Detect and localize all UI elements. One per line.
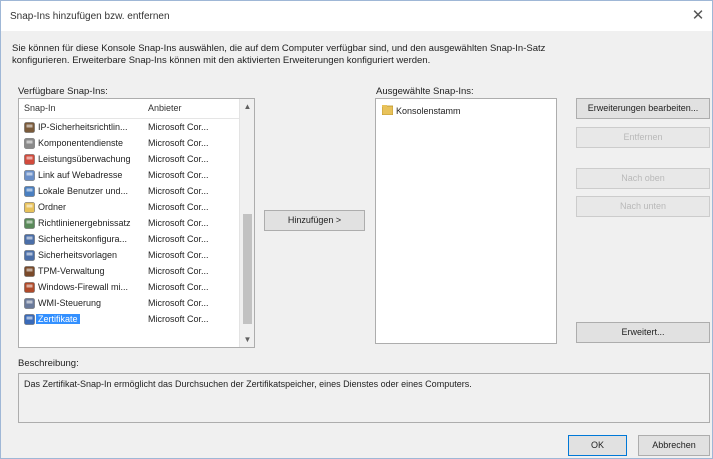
- move-up-button[interactable]: Nach oben: [576, 168, 710, 189]
- vertical-scrollbar[interactable]: ▲ ▼: [239, 99, 254, 347]
- list-item[interactable]: Sicherheitsvorlagen Microsoft Cor...: [19, 248, 240, 264]
- local-users-icon: [24, 186, 35, 197]
- security-templates-icon: [24, 250, 35, 261]
- cancel-button[interactable]: Abbrechen: [638, 435, 710, 456]
- selected-item-console-root[interactable]: Konsolenstamm: [381, 105, 461, 116]
- policy-result-icon: [24, 218, 35, 229]
- intro-line-1: Sie können für diese Konsole Snap-Ins au…: [12, 43, 546, 54]
- snapin-vendor: Microsoft Cor...: [148, 234, 209, 244]
- remove-button[interactable]: Entfernen: [576, 127, 710, 148]
- window-title: Snap-Ins hinzufügen bzw. entfernen: [10, 11, 170, 22]
- snapin-name: WMI-Steuerung: [38, 298, 102, 308]
- snapin-name: Windows-Firewall mi...: [38, 282, 129, 292]
- intro-text: Sie können für diese Konsole Snap-Ins au…: [12, 43, 702, 67]
- component-services-icon: [24, 138, 35, 149]
- snapin-vendor: Microsoft Cor...: [148, 298, 209, 308]
- snapin-name: Leistungsüberwachung: [38, 154, 131, 164]
- snapin-name: Sicherheitsvorlagen: [38, 250, 118, 260]
- selected-snapins-list[interactable]: Konsolenstamm: [375, 98, 557, 344]
- description-box: Das Zertifikat-Snap-In ermöglicht das Du…: [18, 373, 710, 423]
- snapin-vendor: Microsoft Cor...: [148, 138, 209, 148]
- intro-line-2: konfigurieren. Erweiterbare Snap-Ins kön…: [12, 55, 431, 66]
- snapin-vendor: Microsoft Cor...: [148, 250, 209, 260]
- edit-extensions-button[interactable]: Erweiterungen bearbeiten...: [576, 98, 710, 119]
- list-item[interactable]: Ordner Microsoft Cor...: [19, 200, 240, 216]
- description-label: Beschreibung:: [18, 358, 79, 369]
- list-item[interactable]: WMI-Steuerung Microsoft Cor...: [19, 296, 240, 312]
- snapin-vendor: Microsoft Cor...: [148, 282, 209, 292]
- security-policy-icon: [24, 122, 35, 133]
- snapin-name: IP-Sicherheitsrichtlin...: [38, 122, 128, 132]
- folder-icon: [24, 202, 35, 213]
- list-item[interactable]: Leistungsüberwachung Microsoft Cor...: [19, 152, 240, 168]
- column-header-vendor[interactable]: Anbieter: [148, 103, 182, 113]
- available-snapins-list[interactable]: Snap-In Anbieter IP-Sicherheitsrichtlin.…: [18, 98, 255, 348]
- snapin-name: Komponentendienste: [38, 138, 124, 148]
- wmi-icon: [24, 298, 35, 309]
- snapin-name: Zertifikate: [36, 314, 80, 324]
- scroll-down-icon[interactable]: ▼: [240, 333, 255, 346]
- security-config-icon: [24, 234, 35, 245]
- firewall-icon: [24, 282, 35, 293]
- list-item[interactable]: TPM-Verwaltung Microsoft Cor...: [19, 264, 240, 280]
- list-item[interactable]: Komponentendienste Microsoft Cor...: [19, 136, 240, 152]
- close-icon[interactable]: ✕: [688, 6, 708, 26]
- scroll-thumb[interactable]: [243, 214, 252, 324]
- snapin-name: Ordner: [38, 202, 67, 212]
- move-down-button[interactable]: Nach unten: [576, 196, 710, 217]
- column-header-snapin[interactable]: Snap-In: [24, 103, 56, 113]
- snapin-vendor: Microsoft Cor...: [148, 122, 209, 132]
- list-header: Snap-In Anbieter: [19, 99, 240, 119]
- certificates-icon: [24, 314, 35, 325]
- title-bar: Snap-Ins hinzufügen bzw. entfernen ✕: [1, 1, 712, 31]
- scroll-up-icon[interactable]: ▲: [240, 100, 255, 113]
- snapin-name: TPM-Verwaltung: [38, 266, 105, 276]
- snapin-name: Link auf Webadresse: [38, 170, 123, 180]
- performance-monitor-icon: [24, 154, 35, 165]
- snapin-dialog: Snap-Ins hinzufügen bzw. entfernen ✕ Sie…: [0, 0, 713, 459]
- list-item[interactable]: Link auf Webadresse Microsoft Cor...: [19, 168, 240, 184]
- snapin-vendor: Microsoft Cor...: [148, 202, 209, 212]
- list-item[interactable]: Sicherheitskonfigura... Microsoft Cor...: [19, 232, 240, 248]
- selected-snapins-label: Ausgewählte Snap-Ins:: [376, 86, 474, 97]
- snapin-name: Sicherheitskonfigura...: [38, 234, 128, 244]
- snapin-vendor: Microsoft Cor...: [148, 170, 209, 180]
- list-item[interactable]: IP-Sicherheitsrichtlin... Microsoft Cor..…: [19, 120, 240, 136]
- list-item[interactable]: Richtlinienergebnissatz Microsoft Cor...: [19, 216, 240, 232]
- web-link-icon: [24, 170, 35, 181]
- folder-icon: [381, 105, 394, 116]
- snapin-name: Lokale Benutzer und...: [38, 186, 129, 196]
- snapin-vendor: Microsoft Cor...: [148, 314, 209, 324]
- snapin-vendor: Microsoft Cor...: [148, 218, 209, 228]
- tpm-icon: [24, 266, 35, 277]
- add-button[interactable]: Hinzufügen >: [264, 210, 365, 231]
- list-item[interactable]: Windows-Firewall mi... Microsoft Cor...: [19, 280, 240, 296]
- available-snapins-label: Verfügbare Snap-Ins:: [18, 86, 108, 97]
- advanced-button[interactable]: Erweitert...: [576, 322, 710, 343]
- snapin-name: Richtlinienergebnissatz: [38, 218, 131, 228]
- list-item[interactable]: Lokale Benutzer und... Microsoft Cor...: [19, 184, 240, 200]
- selected-item-label: Konsolenstamm: [396, 106, 461, 116]
- ok-button[interactable]: OK: [568, 435, 627, 456]
- snapin-vendor: Microsoft Cor...: [148, 266, 209, 276]
- description-text: Das Zertifikat-Snap-In ermöglicht das Du…: [24, 379, 472, 389]
- list-item[interactable]: Zertifikate Microsoft Cor...: [19, 312, 240, 328]
- snapin-vendor: Microsoft Cor...: [148, 154, 209, 164]
- snapin-vendor: Microsoft Cor...: [148, 186, 209, 196]
